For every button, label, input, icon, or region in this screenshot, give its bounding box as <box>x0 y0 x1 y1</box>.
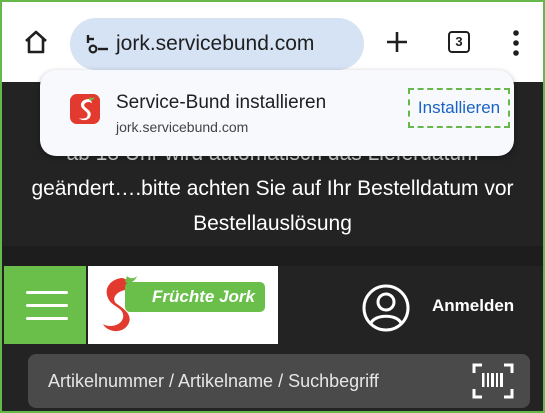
hamburger-menu-button[interactable] <box>4 266 86 344</box>
more-menu-icon[interactable] <box>512 30 520 56</box>
tab-switcher-button[interactable]: 3 <box>448 31 470 53</box>
search-placeholder: Artikelnummer / Artikelname / Suchbegrif… <box>48 371 379 391</box>
hamburger-line <box>26 291 68 294</box>
site-settings-icon[interactable] <box>86 33 110 55</box>
home-icon[interactable] <box>22 28 50 56</box>
product-search-input[interactable]: Artikelnummer / Artikelname / Suchbegrif… <box>28 354 530 408</box>
barcode-scan-icon[interactable] <box>472 363 514 399</box>
url-text: jork.servicebund.com <box>116 32 315 55</box>
hamburger-line <box>26 317 68 320</box>
app-icon <box>70 94 100 124</box>
browser-frame: ab 18 Uhr wird automatisch das Lieferdat… <box>0 0 545 413</box>
notice-line-2: geändert….bitte achten Sie auf Ihr Beste… <box>31 177 514 200</box>
logo-text: Früchte Jork <box>125 282 265 312</box>
address-bar[interactable]: jork.servicebund.com <box>70 18 364 70</box>
login-link[interactable]: Anmelden <box>432 296 514 316</box>
install-button[interactable]: Installieren <box>408 88 510 128</box>
install-app-prompt: Service-Bund installieren jork.servicebu… <box>40 70 514 156</box>
install-url: jork.servicebund.com <box>116 119 249 135</box>
new-tab-icon[interactable] <box>385 30 409 54</box>
user-account-icon[interactable] <box>361 283 411 333</box>
notice-line-3: Bestellauslösung <box>193 212 352 235</box>
hamburger-line <box>26 304 68 307</box>
site-logo[interactable]: Früchte Jork <box>88 266 278 344</box>
install-title: Service-Bund installieren <box>116 92 327 113</box>
header-spacer <box>2 246 543 266</box>
